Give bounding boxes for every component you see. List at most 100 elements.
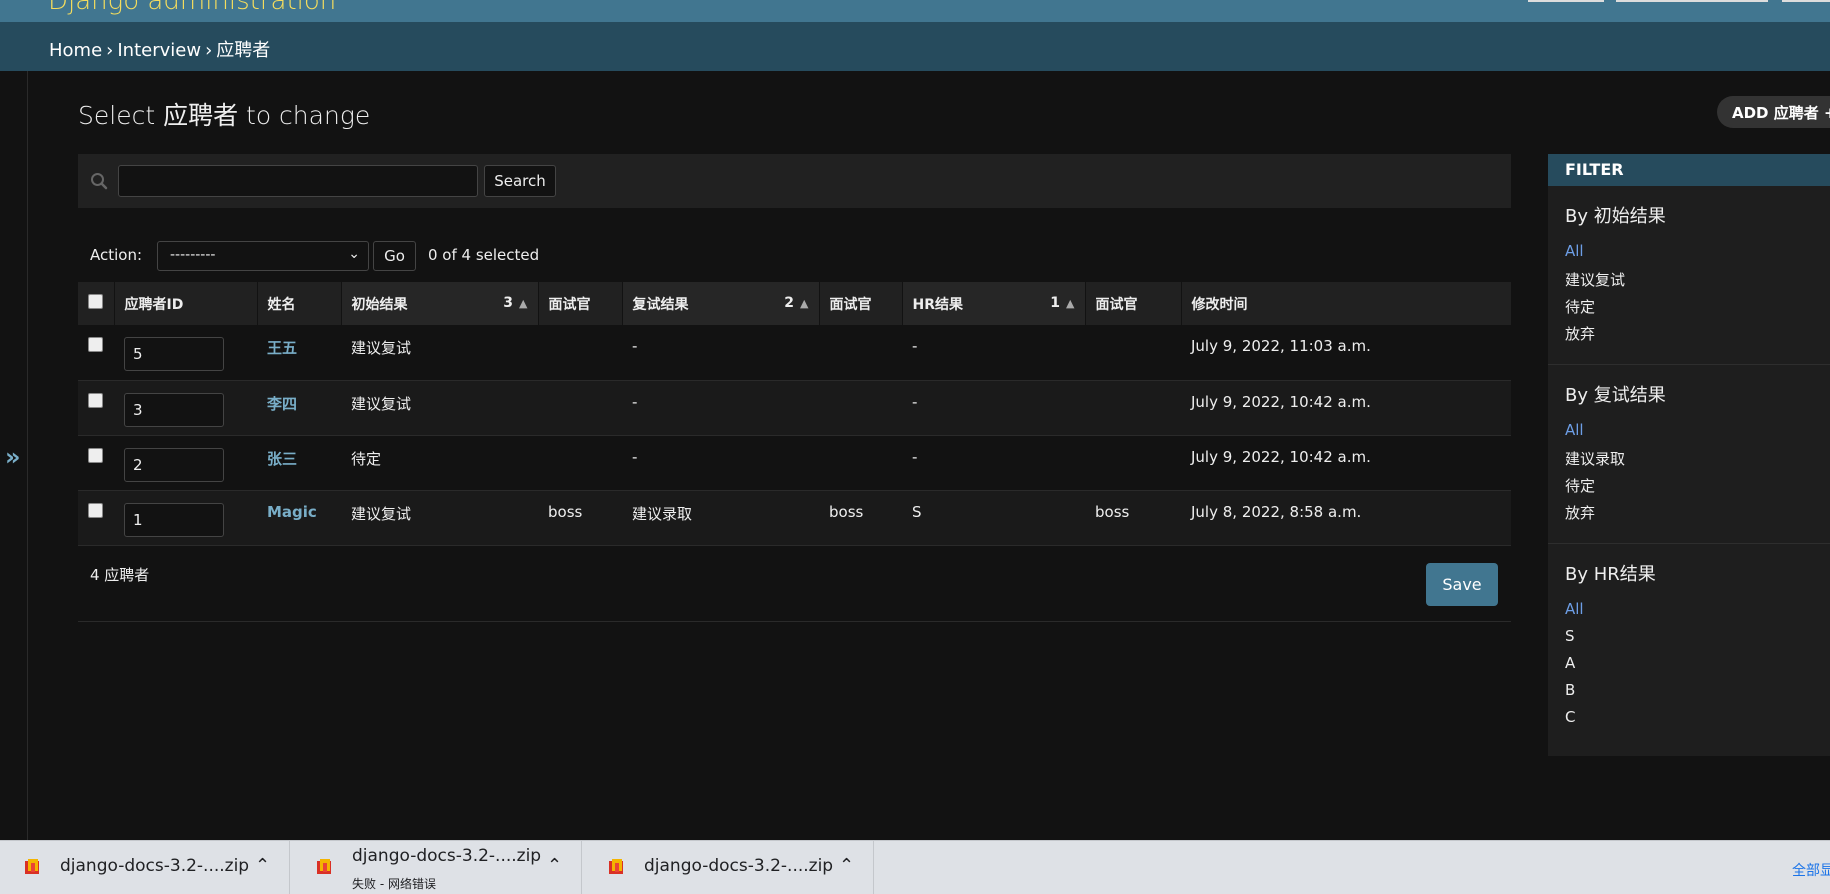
filter-option[interactable]: 待定 <box>1565 475 1830 502</box>
id-input[interactable]: 5 <box>124 337 224 371</box>
first-result-cell: 建议复试 <box>341 325 538 381</box>
row-checkbox[interactable] <box>88 337 103 352</box>
go-button[interactable]: Go <box>373 241 416 271</box>
header-logout-link[interactable] <box>1782 0 1830 2</box>
filter-option[interactable]: C <box>1565 708 1830 735</box>
column-header-hr-result[interactable]: HR结果 1 ▲ <box>902 282 1086 325</box>
header-change-password-link[interactable] <box>1616 0 1768 2</box>
second-result-cell: - <box>622 435 819 491</box>
filter-option[interactable]: All <box>1565 421 1830 448</box>
paginator: 4 应聘者 Save <box>78 552 1511 622</box>
column-header-first-interviewer[interactable]: 面试官 <box>538 282 623 325</box>
applicant-name-link[interactable]: 张三 <box>267 450 297 468</box>
filter-option[interactable]: 放弃 <box>1565 502 1830 529</box>
column-header-hr-interviewer[interactable]: 面试官 <box>1085 282 1182 325</box>
sort-priority: 2 <box>784 295 795 311</box>
filter-group-title: By 初始结果 <box>1565 206 1666 227</box>
row-checkbox[interactable] <box>88 392 103 408</box>
filter-group-first-result: By 初始结果 All 建议复试 待定 放弃 <box>1548 186 1830 365</box>
breadcrumb-app[interactable]: Interview <box>117 40 201 61</box>
column-header-modified[interactable]: 修改时间 <box>1181 282 1512 325</box>
row-checkbox[interactable] <box>88 502 103 518</box>
download-shelf: django-docs-3.2-....zip ⌃ django-docs-3.… <box>0 840 1830 894</box>
filter-option[interactable]: 建议复试 <box>1565 269 1830 296</box>
filter-group-hr-result: By HR结果 All S A B C <box>1548 544 1830 749</box>
filter-group-title: By 复试结果 <box>1565 385 1666 406</box>
actions-bar: Action: --------- ⌄ Go 0 of 4 selected <box>78 240 778 272</box>
hr-interviewer-cell <box>1085 325 1181 381</box>
action-select[interactable]: --------- ⌄ <box>157 241 369 271</box>
id-cell: 2 <box>114 435 257 491</box>
filter-title: FILTER <box>1548 154 1830 186</box>
second-result-cell: - <box>622 380 819 436</box>
filter-option[interactable]: 建议录取 <box>1565 448 1830 475</box>
download-item[interactable]: django-docs-3.2-....zip ⌃ <box>0 841 290 894</box>
save-button[interactable]: Save <box>1426 563 1498 606</box>
filter-sidebar: FILTER By 初始结果 All 建议复试 待定 放弃 By 复试结果 Al… <box>1548 154 1830 756</box>
second-interviewer-cell <box>819 325 902 381</box>
filter-option[interactable]: All <box>1565 242 1830 269</box>
table-row: 2 张三 待定 - - July 9, 2022, 10:42 a.m. <box>78 435 1511 491</box>
id-input[interactable]: 2 <box>124 447 224 482</box>
search-toolbar: Search <box>78 154 1511 208</box>
download-filename: django-docs-3.2-....zip <box>644 856 834 876</box>
header-view-site-link[interactable] <box>1528 0 1604 2</box>
hr-interviewer-cell <box>1085 380 1181 436</box>
filter-option[interactable]: 待定 <box>1565 296 1830 323</box>
download-item[interactable]: django-docs-3.2-....zip 失败 - 网络错误 ⌃ <box>292 841 582 894</box>
hr-result-cell: - <box>902 325 1085 381</box>
name-cell: 李四 <box>257 380 341 436</box>
chevron-up-icon[interactable]: ⌃ <box>839 855 854 876</box>
select-all-checkbox[interactable] <box>88 294 103 309</box>
column-header-second-interviewer[interactable]: 面试官 <box>819 282 903 325</box>
second-interviewer-cell <box>819 380 902 436</box>
row-checkbox[interactable] <box>88 447 103 463</box>
nav-sidebar-toggle[interactable]: » <box>0 71 28 840</box>
column-header-label: 复试结果 <box>632 296 689 313</box>
breadcrumb-home[interactable]: Home <box>49 40 102 61</box>
filter-option[interactable]: A <box>1565 654 1830 681</box>
add-applicant-button[interactable]: ADD 应聘者 + <box>1717 96 1830 128</box>
id-input[interactable]: 1 <box>124 502 224 537</box>
column-header-id[interactable]: 应聘者ID <box>114 282 258 325</box>
row-checkbox-cell <box>78 490 114 546</box>
hr-result-cell: - <box>902 435 1085 491</box>
filter-option[interactable]: 放弃 <box>1565 323 1830 350</box>
column-header-name[interactable]: 姓名 <box>257 282 342 325</box>
table-row: 3 李四 建议复试 - - July 9, 2022, 10:42 a.m. <box>78 380 1511 436</box>
sort-indicator[interactable]: 1 ▲ <box>1050 295 1074 311</box>
column-header-first-result[interactable]: 初始结果 3 ▲ <box>341 282 539 325</box>
search-button[interactable]: Search <box>484 165 556 197</box>
filter-group-second-result: By 复试结果 All 建议录取 待定 放弃 <box>1548 365 1830 544</box>
sort-indicator[interactable]: 2 ▲ <box>784 295 808 311</box>
column-header-second-result[interactable]: 复试结果 2 ▲ <box>622 282 820 325</box>
first-interviewer-cell <box>538 435 622 491</box>
id-input[interactable]: 3 <box>124 392 224 427</box>
download-item[interactable]: django-docs-3.2-....zip ⌃ <box>584 841 874 894</box>
filter-option[interactable]: S <box>1565 627 1830 654</box>
applicant-name-link[interactable]: 李四 <box>267 395 297 413</box>
first-interviewer-cell: boss <box>538 490 622 546</box>
breadcrumb: Home › Interview › 应聘者 <box>0 22 1830 71</box>
chevron-down-icon: ⌄ <box>348 246 360 262</box>
search-icon <box>91 173 108 190</box>
sort-indicator[interactable]: 3 ▲ <box>503 295 527 311</box>
filter-option[interactable]: B <box>1565 681 1830 708</box>
page-title: Select 应聘者 to change <box>78 101 371 130</box>
first-interviewer-cell <box>538 325 622 381</box>
breadcrumb-separator: › <box>106 40 114 61</box>
applicant-name-link[interactable]: Magic <box>267 503 317 521</box>
search-input[interactable] <box>118 165 478 197</box>
chevron-up-icon[interactable]: ⌃ <box>255 855 270 876</box>
id-cell: 1 <box>114 490 257 546</box>
row-checkbox-cell <box>78 325 114 381</box>
site-name[interactable]: Django administration <box>48 0 336 16</box>
select-all-checkbox-cell <box>78 282 115 325</box>
chevron-up-icon[interactable]: ⌃ <box>547 855 562 876</box>
file-archive-icon <box>25 859 39 874</box>
applicant-name-link[interactable]: 王五 <box>267 339 297 357</box>
show-all-downloads-link[interactable]: 全部显示 <box>1792 860 1830 880</box>
filter-option[interactable]: All <box>1565 600 1830 627</box>
breadcrumb-current: 应聘者 <box>216 40 271 61</box>
modified-cell: July 9, 2022, 10:42 a.m. <box>1181 435 1511 491</box>
